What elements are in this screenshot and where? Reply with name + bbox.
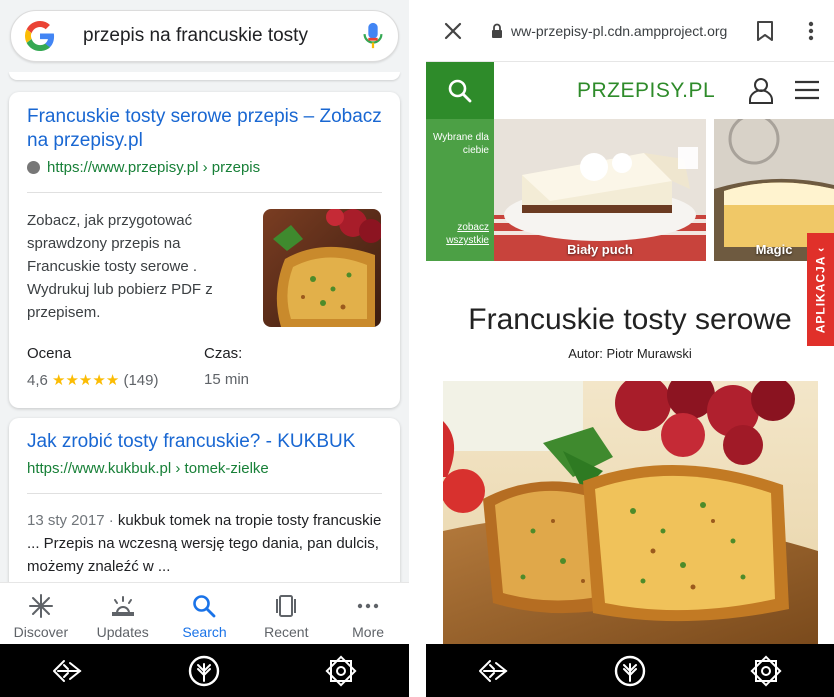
back-gesture-icon[interactable] [476,653,512,689]
result-url-text: https://www.kukbuk.pl › tomek-zielke [27,460,269,477]
lock-icon [492,23,502,38]
recipe-hero-image [443,381,818,644]
search-results: Francuskie tosty serowe przepis – Zobacz… [0,72,409,582]
nav-updates[interactable]: Updates [82,583,164,644]
recommended-panel: Wybrane dla ciebie zobacz wszystkie [426,119,494,261]
address-bar-url[interactable]: ww-przepisy-pl.cdn.ampproject.org [511,23,756,39]
result-thumbnail[interactable] [263,209,381,327]
site-logo[interactable]: PRZEPISY.PL [577,79,715,103]
updates-icon [111,596,134,616]
hamburger-menu-icon[interactable] [794,80,820,100]
result-url[interactable]: https://www.przepisy.pl › przepis [27,159,382,176]
rating-label: Ocena [27,345,72,362]
search-query[interactable]: przepis na francuskie tosty [83,25,362,47]
result-divider [27,493,382,494]
google-app-pane: przepis na francuskie tosty Francuskie t… [0,0,409,697]
recommended-label: Wybrane dla ciebie [432,132,489,156]
time-block: Czas: 15 min [204,345,381,389]
browser-toolbar: ww-przepisy-pl.cdn.ampproject.org [426,0,834,62]
result-title-link[interactable]: Francuskie tosty serowe przepis – Zobacz… [27,92,382,153]
rating-value-row: 4,6 ★★★★★ (149) [27,371,204,389]
see-all-link[interactable]: zobacz wszystkie [439,221,489,247]
pane-separator [409,0,426,697]
overflow-menu-icon[interactable] [808,21,814,41]
google-search-bar[interactable]: przepis na francuskie tosty [10,10,399,62]
asterisk-icon [28,594,53,618]
result-date: 13 sty 2017 · [27,512,118,529]
user-account-icon[interactable] [748,77,774,105]
more-dots-icon [357,603,379,609]
back-gesture-icon[interactable] [50,653,86,689]
rating-stars-icon: ★★★★★ [52,372,120,389]
system-nav-bar-right [426,644,834,697]
site-search-button[interactable] [426,62,494,119]
recipe-tile[interactable]: Biały puch [494,119,706,261]
nav-discover[interactable]: Discover [0,583,82,644]
microphone-icon[interactable] [362,22,384,50]
nav-label: Discover [13,624,69,640]
french-toast-photo [443,381,818,644]
screenshot-root: przepis na francuskie tosty Francuskie t… [0,0,834,697]
nav-label: Search [182,624,227,640]
time-value: 15 min [204,371,250,388]
result-title-link[interactable]: Jak zrobić tosty francuskie? - KUKBUK [27,418,382,454]
result-divider [27,192,382,193]
nav-label: Updates [96,624,149,640]
search-icon [193,595,216,618]
nav-label: More [352,624,385,640]
bookmark-icon[interactable] [756,20,774,42]
rating-block: Ocena 4,6 ★★★★★ (149) [27,345,204,389]
site-favicon-icon [27,161,40,174]
result-meta: Ocena 4,6 ★★★★★ (149) Czas: 15 min [27,345,382,389]
toast-thumbnail-image [263,209,381,327]
recent-icon [276,595,297,617]
result-card-kukbuk[interactable]: Jak zrobić tosty francuskie? - KUKBUK ht… [9,418,400,582]
close-icon[interactable] [443,21,463,41]
recents-gesture-icon[interactable] [748,653,784,689]
home-gesture-icon[interactable] [186,653,222,689]
result-url-text: https://www.przepisy.pl › przepis [47,159,261,176]
result-body: Zobacz, jak przygotować sprawdzony przep… [27,209,382,327]
browser-pane: ww-przepisy-pl.cdn.ampproject.org PRZEPI… [426,0,834,644]
nav-label: Recent [264,624,309,640]
rating-count: (149) [123,372,159,389]
rating-number: 4,6 [27,372,48,389]
nav-search[interactable]: Search [164,583,246,644]
result-card-przepisy[interactable]: Francuskie tosty serowe przepis – Zobacz… [9,92,400,408]
site-header: PRZEPISY.PL [426,62,834,119]
tile-label: Biały puch [567,242,633,257]
google-logo-icon [25,21,55,51]
time-label: Czas: [204,345,243,362]
result-snippet: Zobacz, jak przygotować sprawdzony przep… [27,212,213,321]
nav-recent[interactable]: Recent [245,583,327,644]
recipe-title: Francuskie tosty serowe [468,303,792,336]
home-gesture-icon[interactable] [612,653,648,689]
system-nav-bar-left [0,644,409,697]
previous-result-card-edge [9,72,400,80]
result-url[interactable]: https://www.kukbuk.pl › tomek-zielke [27,460,382,477]
result-snippet: 13 sty 2017 · kukbuk tomek na tropie tos… [27,509,382,578]
recommended-strip: Wybrane dla ciebie zobacz wszystkie Biał… [426,119,834,261]
search-icon [448,79,472,102]
recipe-author: Autor: Piotr Murawski [568,346,692,361]
nav-more[interactable]: More [327,583,409,644]
recents-gesture-icon[interactable] [323,653,359,689]
google-bottom-nav: Discover Updates Search Recent More [0,582,409,644]
cheesecake-image [494,119,706,261]
